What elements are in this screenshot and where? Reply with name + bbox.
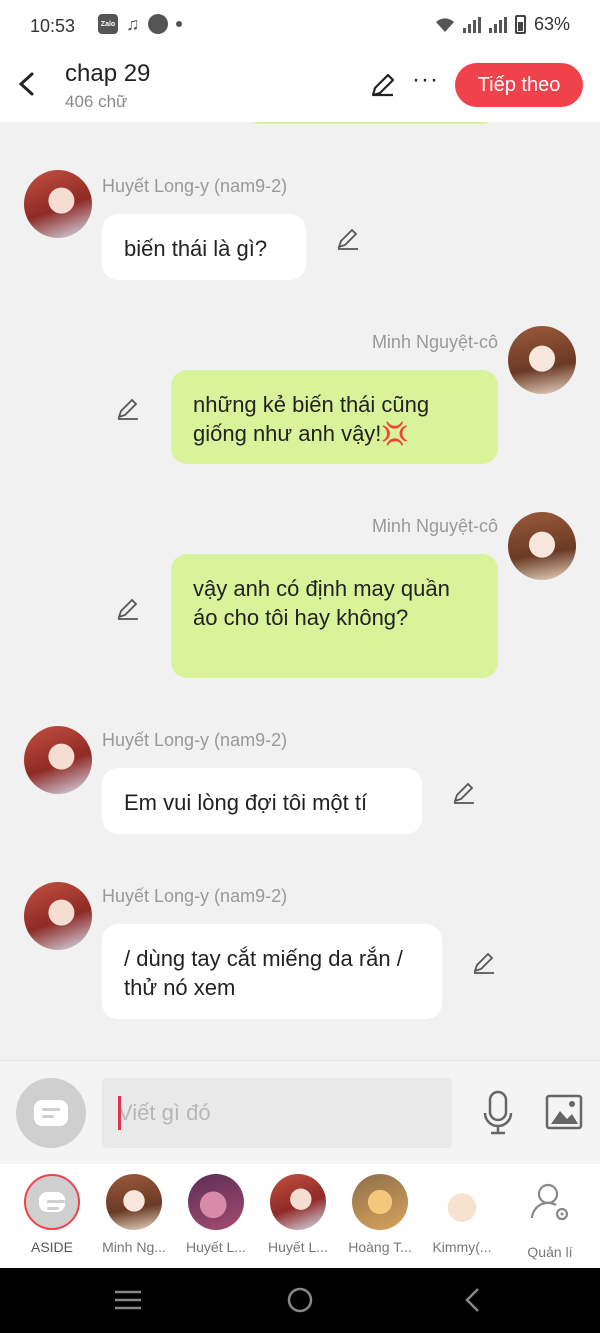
character-label: Hoàng T... — [348, 1239, 412, 1255]
character-tab[interactable]: Kimmy(... — [421, 1174, 503, 1255]
message-input-placeholder: Viết gì đó — [118, 1100, 211, 1125]
back-nav-icon[interactable] — [458, 1286, 490, 1314]
music-note-icon: ♫ — [126, 14, 140, 34]
aside-toggle-button[interactable] — [16, 1078, 86, 1148]
character-bar: ASIDE Minh Ng... Huyết L... Huyết L... H… — [0, 1164, 600, 1268]
avatar — [434, 1174, 490, 1230]
character-tab[interactable]: Huyết L... — [175, 1174, 257, 1255]
pencil-icon[interactable] — [115, 396, 141, 422]
character-tab[interactable]: Hoàng T... — [339, 1174, 421, 1255]
character-tab[interactable]: Huyết L... — [257, 1174, 339, 1255]
previous-message-bubble — [246, 122, 496, 124]
character-tab-aside[interactable]: ASIDE — [11, 1174, 93, 1255]
compose-bar: Viết gì đó — [0, 1060, 600, 1164]
character-label: Huyết L... — [186, 1239, 246, 1255]
avatar — [270, 1174, 326, 1230]
status-time: 10:53 — [30, 16, 76, 36]
avatar[interactable] — [508, 512, 576, 580]
sender-name: Huyết Long-y (nam9-2) — [102, 886, 288, 906]
signal-icon-2 — [488, 16, 507, 33]
character-tab[interactable]: Minh Ng... — [93, 1174, 175, 1255]
back-button[interactable] — [14, 66, 38, 102]
next-chapter-button[interactable]: Tiếp theo — [455, 63, 583, 107]
message-bubble[interactable]: / dùng tay cắt miếng da rắn / thử nó xem — [102, 924, 442, 1019]
chat-area[interactable]: Huyết Long-y (nam9-2) biến thái là gì? M… — [0, 122, 600, 1060]
message-bubble[interactable]: Em vui lòng đợi tôi một tí — [102, 768, 422, 834]
image-icon[interactable] — [545, 1094, 583, 1130]
app-circle-icon — [147, 14, 168, 34]
word-count: 406 chữ — [65, 92, 128, 111]
system-icons: 63% — [435, 14, 570, 35]
notification-icons: Zalo ♫ — [98, 14, 182, 34]
pencil-icon[interactable] — [451, 780, 477, 806]
character-label: Kimmy(... — [432, 1239, 492, 1255]
home-icon[interactable] — [284, 1286, 316, 1314]
chat-bubble-icon — [39, 1192, 65, 1212]
avatar — [106, 1174, 162, 1230]
aside-avatar — [24, 1174, 80, 1230]
avatar[interactable] — [24, 726, 92, 794]
chapter-header: chap 29 406 chữ ··· Tiếp theo — [0, 52, 600, 122]
message-input[interactable]: Viết gì đó — [102, 1078, 452, 1148]
pencil-icon[interactable] — [471, 950, 497, 976]
recent-apps-icon[interactable] — [112, 1286, 144, 1314]
character-label: ASIDE — [30, 1239, 73, 1255]
sender-name: Minh Nguyệt-cô — [371, 332, 498, 352]
more-notifications-dot — [175, 21, 182, 27]
status-bar: 10:53 Zalo ♫ 63% — [0, 0, 600, 52]
avatar — [188, 1174, 244, 1230]
pencil-icon[interactable] — [115, 596, 141, 622]
pencil-icon[interactable] — [368, 70, 398, 100]
text-cursor — [118, 1096, 121, 1130]
system-nav-bar — [0, 1268, 600, 1333]
more-dots-icon[interactable]: ··· — [412, 66, 439, 94]
sender-name: Minh Nguyệt-cô — [371, 516, 498, 536]
pencil-icon[interactable] — [335, 226, 361, 252]
battery-icon — [514, 15, 526, 34]
signal-icon — [462, 16, 481, 33]
sender-name: Huyết Long-y (nam9-2) — [102, 730, 288, 750]
character-label: Quản lí — [527, 1244, 573, 1260]
microphone-icon[interactable] — [480, 1089, 516, 1137]
avatar[interactable] — [508, 326, 576, 394]
message-bubble[interactable]: những kẻ biến thái cũng giống như anh vậ… — [171, 370, 498, 464]
message-bubble[interactable]: biến thái là gì? — [102, 214, 306, 280]
character-label: Minh Ng... — [102, 1239, 166, 1255]
user-settings-icon — [530, 1183, 569, 1221]
avatar[interactable] — [24, 170, 92, 238]
avatar — [352, 1174, 408, 1230]
message-bubble[interactable]: vậy anh có định may quần áo cho tôi hay … — [171, 554, 498, 678]
battery-percent: 63% — [533, 14, 570, 34]
sender-name: Huyết Long-y (nam9-2) — [102, 176, 288, 196]
page-title: chap 29 — [65, 60, 151, 87]
chevron-left-icon — [18, 72, 34, 96]
manage-characters-button[interactable]: Quản lí — [509, 1174, 591, 1260]
zalo-app-icon: Zalo — [98, 14, 118, 34]
wifi-icon — [435, 17, 454, 32]
avatar[interactable] — [24, 882, 92, 950]
chat-bubble-icon — [34, 1100, 68, 1126]
character-label: Huyết L... — [268, 1239, 328, 1255]
